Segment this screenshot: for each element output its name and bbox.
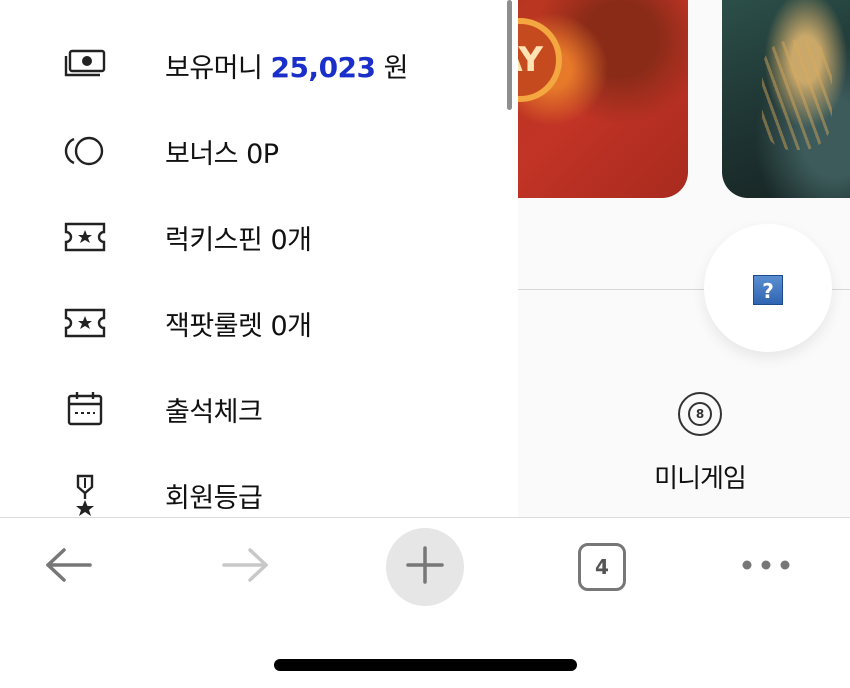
back-arrow-icon [42, 545, 94, 589]
new-tab-button[interactable] [386, 528, 464, 606]
lucky-spin-label: 럭키스핀 0개 [165, 224, 312, 256]
home-indicator[interactable] [274, 659, 577, 671]
help-icon[interactable]: ? [753, 275, 783, 305]
bonus-label: 보너스 0P [165, 138, 279, 170]
menu-item-attendance[interactable]: 출석체크 [0, 366, 518, 452]
plus-icon [405, 545, 445, 589]
browser-toolbar: 4 [0, 517, 850, 688]
menu-item-membership-grade[interactable]: 회원등급 [0, 452, 518, 517]
tabs-icon: 4 [578, 543, 626, 591]
side-menu: 보유머니 25,023 원 보너스 0P 럭키스핀 0개 잭팟룰렛 0개 출석체… [0, 0, 518, 517]
forward-button[interactable] [218, 542, 274, 592]
more-icon [740, 557, 792, 576]
money-unit: 원 [383, 52, 409, 84]
money-amount: 25,023 [270, 50, 376, 84]
menu-item-bonus[interactable]: 보너스 0P [0, 108, 518, 194]
eight-ball-icon: 8 [688, 402, 712, 426]
ticket-star-icon [60, 303, 110, 343]
bonus-coins-icon [60, 131, 110, 171]
promo-banner[interactable]: AY [518, 0, 688, 198]
attendance-label: 출석체크 [165, 396, 263, 428]
banner-badge: AY [518, 18, 562, 102]
money-icon [60, 45, 110, 85]
membership-grade-label: 회원등급 [165, 482, 263, 514]
menu-item-lucky-spin[interactable]: 럭키스핀 0개 [0, 194, 518, 280]
minigame-label[interactable]: 미니게임 [640, 458, 760, 495]
menu-scrollbar[interactable] [507, 0, 512, 110]
more-button[interactable] [738, 546, 794, 586]
forward-arrow-icon [220, 545, 272, 589]
banner-text: AY [518, 40, 543, 80]
money-title: 보유머니 [165, 52, 263, 84]
medal-icon [60, 474, 110, 516]
tabs-button[interactable]: 4 [576, 542, 628, 592]
money-label: 보유머니 25,023 원 [165, 46, 408, 85]
calendar-icon [60, 389, 110, 429]
back-button[interactable] [40, 542, 96, 592]
game-banner[interactable] [722, 0, 850, 198]
menu-item-jackpot-roulette[interactable]: 잭팟룰렛 0개 [0, 280, 518, 366]
ticket-star-icon [60, 217, 110, 257]
menu-item-money[interactable]: 보유머니 25,023 원 [0, 22, 518, 108]
jackpot-roulette-label: 잭팟룰렛 0개 [165, 310, 312, 342]
minigame-icon[interactable]: 8 [678, 392, 722, 436]
